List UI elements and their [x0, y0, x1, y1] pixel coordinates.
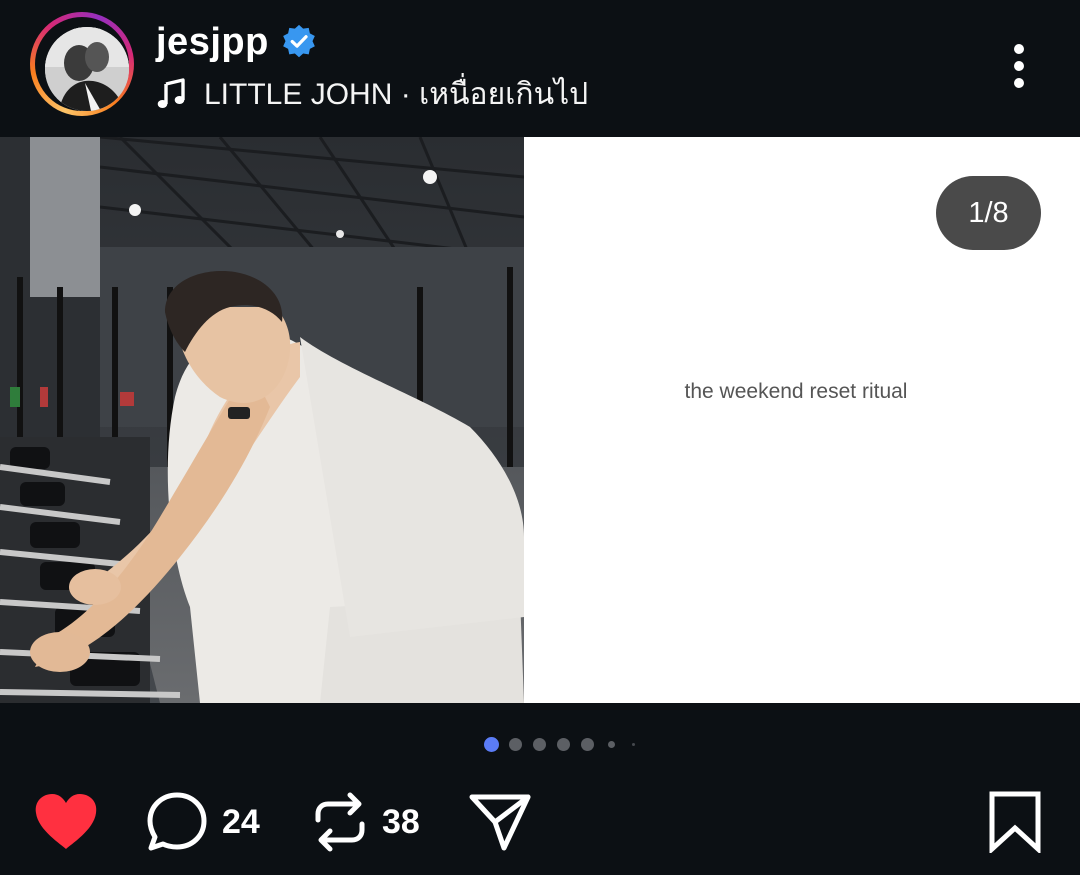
music-track-label: LITTLE JOHN · เหนื่อยเกินไป: [204, 77, 589, 111]
send-icon: [468, 792, 532, 852]
share-button[interactable]: [468, 790, 532, 854]
comment-button[interactable]: 24: [146, 790, 260, 854]
bookmark-icon: [988, 791, 1042, 853]
gym-photo-illustration: [0, 137, 524, 703]
carousel-dot: [533, 737, 546, 751]
carousel-dot-active: [484, 736, 499, 752]
story-ring[interactable]: [30, 12, 134, 116]
slide-caption: the weekend reset ritual: [684, 380, 908, 403]
post-header: jesjpp LITTLE JOHN · เหนื่อยเกินไป: [0, 0, 1080, 137]
slide-counter: 1/8: [936, 176, 1041, 250]
avatar[interactable]: [45, 27, 129, 111]
carousel-dot: [509, 737, 522, 751]
carousel-dot-small: [608, 740, 615, 748]
repost-icon: [312, 790, 368, 854]
avatar-photo: [45, 27, 129, 111]
like-button[interactable]: [34, 790, 98, 854]
carousel-dot-tiny: [632, 742, 635, 746]
music-note-icon: [156, 78, 188, 110]
carousel-dots: [484, 735, 646, 753]
verified-badge-icon: [281, 24, 317, 60]
heart-filled-icon: [34, 793, 98, 851]
post-carousel[interactable]: the weekend reset ritual: [0, 137, 1080, 703]
username[interactable]: jesjpp: [156, 21, 269, 64]
carousel-dot: [557, 737, 570, 751]
more-options-button[interactable]: [996, 38, 1042, 94]
comment-icon: [146, 791, 208, 853]
username-row: jesjpp: [156, 18, 317, 66]
repost-count: 38: [382, 802, 420, 841]
carousel-dot: [581, 737, 594, 751]
gym-photo[interactable]: [0, 137, 524, 703]
repost-button[interactable]: 38: [312, 790, 420, 854]
comment-count: 24: [222, 802, 260, 841]
action-bar: 24 38: [0, 770, 1080, 875]
music-row[interactable]: LITTLE JOHN · เหนื่อยเกินไป: [156, 72, 588, 116]
save-button[interactable]: [988, 790, 1042, 854]
